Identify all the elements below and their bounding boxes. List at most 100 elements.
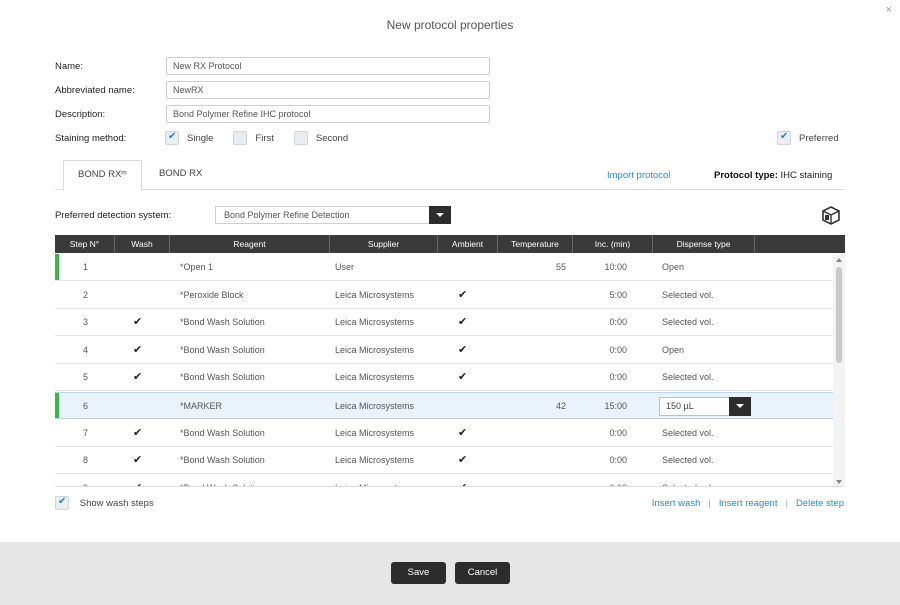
second-checkbox[interactable] xyxy=(293,131,308,145)
abbrev-input[interactable]: NewRX xyxy=(166,81,490,99)
table-row[interactable]: 7 ✔ *Bond Wash Solution Leica Microsystems ✔… xyxy=(55,419,833,447)
cell-supplier: Leica Microsystems xyxy=(335,344,415,355)
detection-system-label: Preferred detection system: xyxy=(55,210,172,221)
table-row[interactable]: 8 ✔ *Bond Wash Solution Leica Microsystems ✔… xyxy=(55,447,833,475)
slide-tray-icon[interactable] xyxy=(820,205,842,225)
protocol-steps-table: Step N° Wash Reagent Supplier Ambient Te… xyxy=(55,235,845,487)
tab-bond-rx[interactable]: BOND RX xyxy=(145,160,216,190)
col-ambient[interactable]: Ambient xyxy=(438,235,498,253)
cell-supplier: Leica Microsystems xyxy=(335,401,415,411)
cell-dispense: Open xyxy=(662,262,685,272)
cell-inc: 10:00 xyxy=(604,262,627,272)
cell-ambient: ✔ xyxy=(458,371,468,384)
col-supplier[interactable]: Supplier xyxy=(330,235,438,253)
cell-step: 5 xyxy=(83,372,89,383)
col-dispense[interactable]: Dispense type xyxy=(653,235,755,253)
cell-step: 4 xyxy=(83,344,89,355)
abbrev-label: Abbreviated name: xyxy=(55,84,135,96)
single-checkbox[interactable] xyxy=(165,131,179,145)
second-label: Second xyxy=(315,132,349,144)
cell-dispense: Selected vol. xyxy=(662,372,714,383)
scroll-up-icon[interactable] xyxy=(836,258,842,262)
cell-temp: 42 xyxy=(555,401,566,411)
cell-reagent: *Open 1 xyxy=(180,262,214,272)
cell-dispense: Selected vol. xyxy=(662,427,714,438)
staining-label: Staining method: xyxy=(55,132,127,144)
table-scrollbar[interactable] xyxy=(833,255,845,486)
cell-reagent: *MARKER xyxy=(180,401,223,411)
save-button[interactable]: Save xyxy=(391,562,446,584)
col-reagent[interactable]: Reagent xyxy=(170,235,330,253)
cell-wash: ✔ xyxy=(133,475,153,486)
preferred-label: Preferred xyxy=(799,132,839,144)
cell-wash: ✔ xyxy=(133,343,143,356)
cell-step: 3 xyxy=(83,317,89,328)
col-temperature[interactable]: Temperature xyxy=(498,235,573,253)
cell-temp xyxy=(498,309,566,336)
cell-temp xyxy=(498,364,566,391)
name-input[interactable]: New RX Protocol xyxy=(166,57,490,75)
cell-dispense: Selected vol. xyxy=(662,317,714,328)
table-row[interactable]: 6 *MARKER Leica Microsystems 42 15:00 150 µL xyxy=(55,392,833,419)
show-wash-steps: Show wash steps xyxy=(55,496,174,510)
name-label: Name: xyxy=(55,60,83,72)
cell-supplier: User xyxy=(335,262,355,272)
description-input[interactable]: Bond Polymer Refine IHC protocol xyxy=(166,105,490,123)
first-checkbox[interactable] xyxy=(233,131,248,145)
abbrev-row: Abbreviated name: xyxy=(55,81,165,99)
show-wash-label: Show wash steps xyxy=(79,497,154,509)
cell-supplier: Leica Microsystems xyxy=(335,317,415,328)
col-wash[interactable]: Wash xyxy=(115,235,170,253)
dispense-select[interactable]: 150 µL xyxy=(659,397,751,416)
table-row[interactable]: 3 ✔ *Bond Wash Solution Leica Microsystems ✔… xyxy=(55,309,833,337)
cell-ambient xyxy=(458,254,478,281)
chevron-down-icon[interactable] xyxy=(729,397,751,416)
cell-temp xyxy=(498,420,566,447)
insert-reagent-link[interactable]: Insert reagent xyxy=(719,498,778,509)
cell-step: 9 xyxy=(83,475,113,486)
cell-reagent: *Bond Wash Solution xyxy=(180,475,330,486)
dispense-value: 150 µL xyxy=(666,401,694,411)
table-row[interactable]: 1 *Open 1 User 55 10:00 Open xyxy=(55,254,833,281)
desc-row: Description: xyxy=(55,105,165,123)
detection-system-select[interactable]: Bond Polymer Refine Detection xyxy=(215,206,451,224)
col-step[interactable]: Step N° xyxy=(55,235,115,253)
scroll-down-icon[interactable] xyxy=(836,480,842,484)
cell-inc: 0:00 xyxy=(609,455,627,466)
cancel-button[interactable]: Cancel xyxy=(455,562,510,584)
cell-ambient: ✔ xyxy=(458,316,468,329)
close-icon[interactable]: × xyxy=(886,4,892,16)
insert-wash-link[interactable]: Insert wash xyxy=(652,498,701,509)
protocol-type-value: IHC staining xyxy=(780,170,833,181)
show-wash-checkbox[interactable] xyxy=(55,496,69,510)
first-label: First xyxy=(255,132,274,144)
delete-step-link[interactable]: Delete step xyxy=(796,498,844,509)
cell-ambient xyxy=(458,393,478,420)
cell-supplier: Leica Microsystems xyxy=(335,427,415,438)
cell-temp xyxy=(498,475,566,486)
scroll-thumb[interactable] xyxy=(836,267,842,363)
tab-bond-rx-m[interactable]: BOND RXᵐ xyxy=(63,160,142,191)
single-label: Single xyxy=(187,132,214,144)
table-row[interactable]: 4 ✔ *Bond Wash Solution Leica Microsystems ✔… xyxy=(55,336,833,364)
cell-ambient: ✔ xyxy=(458,426,468,439)
col-spacer xyxy=(755,235,845,253)
table-row[interactable]: 9 ✔ *Bond Wash Solution Leica Microsystems ✔… xyxy=(55,474,833,486)
desc-label: Description: xyxy=(55,108,106,120)
import-protocol-link[interactable]: Import protocol xyxy=(607,170,670,181)
chevron-down-icon[interactable] xyxy=(429,206,451,224)
table-row[interactable]: 2 *Peroxide Block Leica Microsystems ✔ 5:00 S… xyxy=(55,281,833,309)
cell-temp xyxy=(498,337,566,364)
staining-method-row: Staining method: Single First Second xyxy=(55,129,368,147)
cell-inc: 0:00 xyxy=(609,427,627,438)
preferred-checkbox[interactable] xyxy=(777,131,791,145)
col-inc[interactable]: Inc. (min) xyxy=(573,235,653,253)
cell-wash: ✔ xyxy=(133,371,143,384)
dialog-title: New protocol properties xyxy=(386,18,514,32)
cell-wash xyxy=(133,282,153,309)
cell-reagent: *Bond Wash Solution xyxy=(180,427,265,438)
cell-supplier: Leica Microsystems xyxy=(335,289,415,300)
cell-ambient: ✔ xyxy=(458,454,468,467)
cell-ambient: ✔ xyxy=(458,288,468,301)
table-row[interactable]: 5 ✔ *Bond Wash Solution Leica Microsystems ✔… xyxy=(55,364,833,392)
